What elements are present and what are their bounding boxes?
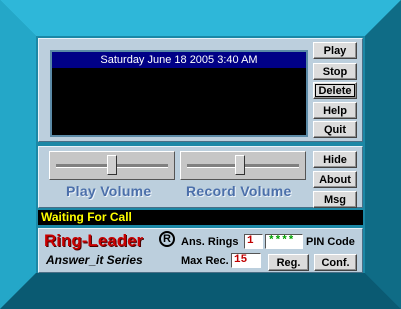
- registered-icon: R: [159, 231, 175, 247]
- record-volume-label: Record Volume: [186, 183, 292, 199]
- max-rec-label: Max Rec.: [181, 255, 229, 267]
- reg-button[interactable]: Reg.: [268, 254, 309, 271]
- datetime-bar: Saturday June 18 2005 3:40 AM: [52, 52, 306, 68]
- message-display: Saturday June 18 2005 3:40 AM: [50, 50, 308, 137]
- status-bar: Waiting For Call: [38, 210, 363, 225]
- pin-code-input[interactable]: ****: [265, 234, 303, 249]
- play-volume-slider[interactable]: [49, 151, 175, 180]
- play-volume-label: Play Volume: [66, 183, 152, 199]
- hide-button[interactable]: Hide: [313, 151, 357, 168]
- conf-button[interactable]: Conf.: [314, 254, 357, 271]
- record-volume-slider[interactable]: [180, 151, 306, 180]
- record-volume-thumb[interactable]: [234, 155, 245, 175]
- brand-logo: Ring-Leader: [44, 231, 144, 250]
- quit-button[interactable]: Quit: [313, 121, 357, 138]
- help-button[interactable]: Help: [313, 102, 357, 119]
- play-button[interactable]: Play: [313, 42, 357, 59]
- about-button[interactable]: About: [313, 171, 357, 188]
- stop-button[interactable]: Stop: [313, 63, 357, 80]
- max-rec-input[interactable]: 15: [231, 253, 261, 268]
- series-label: Answer_it Series: [46, 253, 143, 267]
- msg-button[interactable]: Msg: [313, 191, 357, 208]
- ans-rings-input[interactable]: 1: [244, 234, 263, 249]
- pin-code-label: PIN Code: [306, 236, 355, 248]
- play-volume-thumb[interactable]: [107, 155, 117, 175]
- delete-button[interactable]: Delete: [313, 82, 357, 99]
- ans-rings-label: Ans. Rings: [181, 236, 239, 248]
